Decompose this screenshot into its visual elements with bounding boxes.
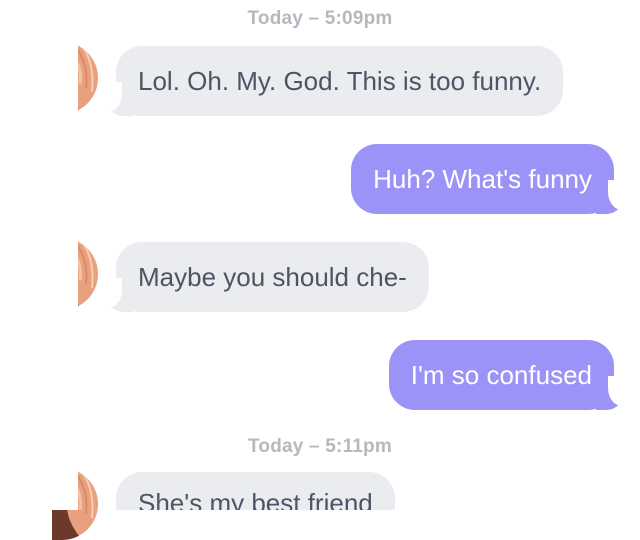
contact-avatar-photo-icon: [52, 468, 98, 540]
contact-avatar-photo-icon: [52, 238, 98, 310]
incoming-message-bubble[interactable]: Maybe you should che-: [102, 242, 429, 312]
contact-avatar-photo-icon: [52, 42, 98, 114]
message-text: Huh? What's funny: [373, 164, 592, 194]
contact-avatar[interactable]: [52, 42, 98, 114]
outgoing-message-bubble[interactable]: Huh? What's funny: [351, 144, 628, 214]
outgoing-message-bubble[interactable]: I'm so confused: [388, 340, 629, 410]
message-text: Lol. Oh. My. God. This is too funny.: [138, 66, 542, 96]
message-text: She's my best friend: [138, 488, 373, 510]
message-text: Maybe you should che-: [138, 262, 407, 292]
incoming-message-bubble[interactable]: Lol. Oh. My. God. This is too funny.: [101, 46, 564, 116]
timestamp-divider: Today – 5:11pm: [248, 436, 392, 457]
message-text: I'm so confused: [410, 360, 592, 390]
timestamp-divider: Today – 5:09pm: [247, 8, 393, 29]
contact-avatar[interactable]: [52, 468, 98, 540]
incoming-message-bubble[interactable]: She's my best friend: [116, 472, 395, 510]
contact-avatar[interactable]: [52, 238, 98, 310]
